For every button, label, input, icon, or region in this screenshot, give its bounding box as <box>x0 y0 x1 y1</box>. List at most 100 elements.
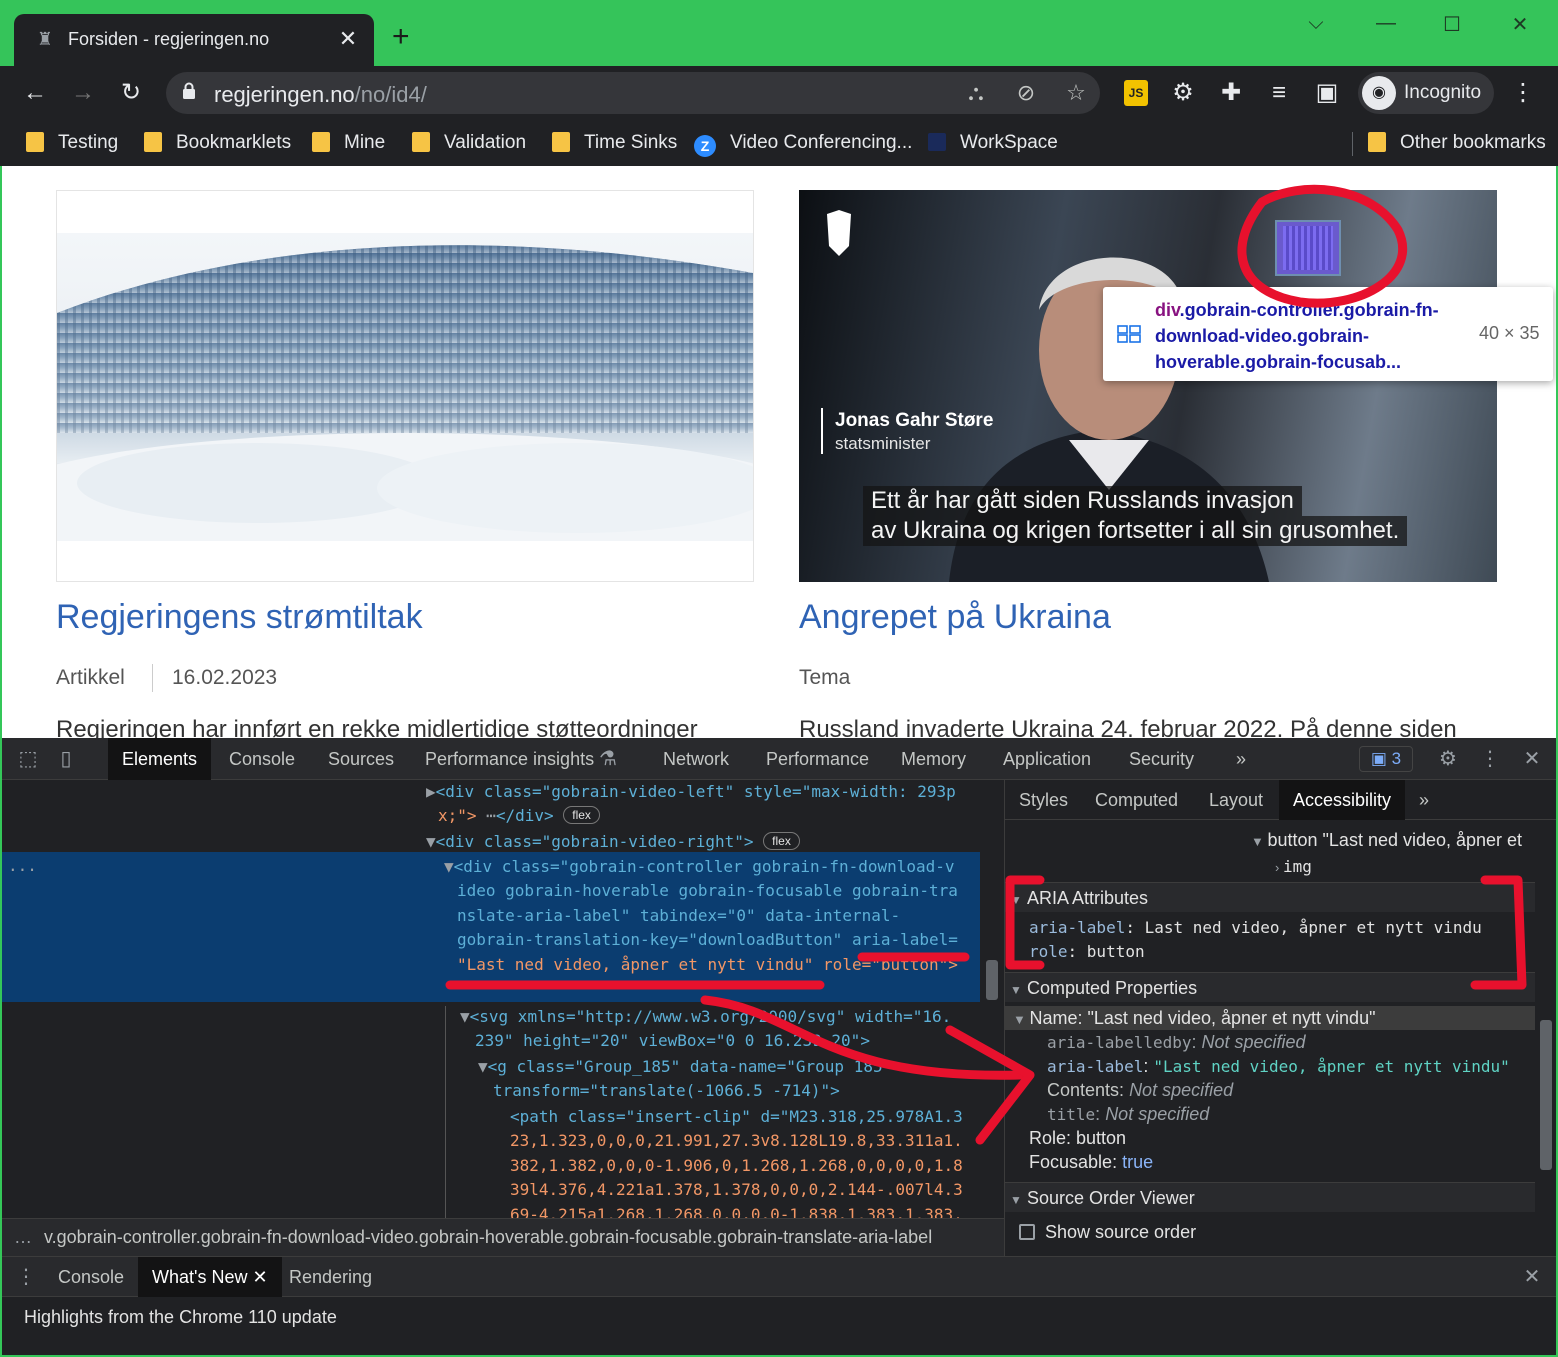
tab-sources[interactable]: Sources <box>328 738 394 780</box>
dom-line-controller-5[interactable]: "Last ned video, åpner et nytt vindu" ro… <box>457 953 958 978</box>
dom-line-path-3[interactable]: 382,1.382,0,0,0-1.906,0,1.268,1.268,0,0,… <box>510 1154 963 1179</box>
drawer-tab-close-icon[interactable]: ✕ <box>252 1267 267 1287</box>
dom-line-path-2[interactable]: 23,1.323,0,0,0,21.991,27.3v8.128L19.8,33… <box>510 1129 963 1154</box>
dom-line-svg[interactable]: ▼<svg xmlns="http://www.w3.org/2000/svg"… <box>460 1005 951 1030</box>
back-arrow-icon[interactable]: ← <box>20 78 50 108</box>
dom-line-g-2[interactable]: transform="translate(-1066.5 -714)"> <box>493 1079 840 1104</box>
side-panel-icon[interactable]: ▣ <box>1312 78 1342 108</box>
card2-headline[interactable]: Angrepet på Ukraina <box>799 598 1111 637</box>
bookmark-folder-mine[interactable]: Mine <box>312 128 385 158</box>
devtools-tabbar: ⬚ ▯ Elements Console Sources Performance… <box>2 738 1556 780</box>
window-close-button[interactable]: ✕ <box>1500 12 1540 37</box>
bookmark-workspace[interactable]: WorkSpace <box>928 128 1058 158</box>
devtools-close-icon[interactable]: ✕ <box>1520 747 1544 771</box>
tab-computed[interactable]: Computed <box>1095 780 1178 820</box>
dom-line-controller-4[interactable]: gobrain-translation-key="downloadButton"… <box>457 928 958 953</box>
card1-headline[interactable]: Regjeringens strømtiltak <box>56 598 423 637</box>
tab-styles[interactable]: Styles <box>1019 780 1068 820</box>
eye-off-icon[interactable]: ⊘ <box>1012 80 1040 106</box>
ax-tree-button[interactable]: ▼ button "Last ned video, åpner et <box>1251 830 1522 851</box>
focusable-row: Focusable: true <box>1029 1152 1154 1172</box>
flex-badge[interactable]: flex <box>563 806 600 824</box>
show-source-checkbox[interactable] <box>1019 1224 1035 1240</box>
more-side-tabs-icon[interactable]: » <box>1419 780 1429 820</box>
drawer-menu-icon[interactable]: ⋮ <box>14 1265 38 1289</box>
drawer-close-icon[interactable]: ✕ <box>1520 1265 1544 1289</box>
tab-layout[interactable]: Layout <box>1209 780 1263 820</box>
bookmark-folder-testing[interactable]: Testing <box>26 128 118 158</box>
other-bookmarks[interactable]: Other bookmarks <box>1368 128 1546 158</box>
show-source-order[interactable]: Show source order <box>1019 1222 1196 1243</box>
tab-security[interactable]: Security <box>1129 738 1194 780</box>
tab-search-icon[interactable]: ⌵ <box>1296 12 1336 35</box>
ukraina-video[interactable]: Jonas Gahr Støre statsminister Ett år ha… <box>799 190 1497 582</box>
flex-badge[interactable]: flex <box>763 832 800 850</box>
drawer-tab-rendering[interactable]: Rendering <box>289 1257 372 1297</box>
tab-performance[interactable]: Performance <box>766 738 869 780</box>
dom-line-controller-3[interactable]: nslate-aria-label" tabindex="0" data-int… <box>457 904 900 929</box>
aria-attributes-header[interactable]: ▼ ARIA Attributes <box>1005 882 1535 912</box>
star-bookmark-icon[interactable]: ☆ <box>1062 80 1090 106</box>
dom-line-svg-2[interactable]: 239" height="20" viewBox="0 0 16.239 20"… <box>475 1029 870 1054</box>
bookmark-folder-bookmarklets[interactable]: Bookmarklets <box>144 128 291 158</box>
new-tab-button[interactable]: + <box>392 22 410 52</box>
reload-icon[interactable]: ↻ <box>116 78 146 108</box>
elements-scrollbar[interactable] <box>982 780 1004 1218</box>
settings-gear-icon[interactable]: ⚙ <box>1436 747 1460 771</box>
tab-elements[interactable]: Elements <box>108 738 212 780</box>
dom-line-path-5[interactable]: 69-4.215a1.268,1.268,0,0,0,0-1.838,1.383… <box>510 1203 963 1218</box>
bookmark-folder-time-sinks[interactable]: Time Sinks <box>552 128 677 158</box>
elements-dom-tree[interactable]: ... ▶<div class="gobrain-video-left" sty… <box>2 780 982 1218</box>
drawer-tab-console[interactable]: Console <box>58 1257 124 1297</box>
address-bar[interactable]: regjeringen.no/no/id4/ ⛬ ⊘ ☆ <box>166 72 1100 114</box>
issues-badge[interactable]: ▣ 3 <box>1359 746 1413 772</box>
dom-line-video-right[interactable]: ▼<div class="gobrain-video-right"> flex <box>426 830 800 855</box>
scrollbar-thumb[interactable] <box>1540 1020 1552 1170</box>
dom-line-path[interactable]: <path class="insert-clip" d="M23.318,25.… <box>510 1105 963 1130</box>
tab-performance-insights[interactable]: Performance insights <box>425 738 594 780</box>
translate-icon[interactable]: ⛬ <box>962 80 990 106</box>
more-tabs-icon[interactable]: » <box>1236 738 1246 780</box>
scrollbar-thumb[interactable] <box>986 960 998 1000</box>
dom-line-video-left[interactable]: ▶<div class="gobrain-video-left" style="… <box>426 780 956 805</box>
download-video-button[interactable] <box>1275 220 1341 276</box>
dom-line-video-left-end[interactable]: x;"> ⋯</div> flex <box>438 804 600 829</box>
incognito-profile-button[interactable]: ◉ Incognito <box>1358 72 1494 114</box>
tab-application[interactable]: Application <box>1003 738 1091 780</box>
source-order-header[interactable]: ▼ Source Order Viewer <box>1005 1182 1535 1212</box>
computed-name-row[interactable]: ▼ Name: "Last ned video, åpner et nytt v… <box>1005 1006 1535 1030</box>
reading-list-icon[interactable]: ≡ <box>1264 78 1294 108</box>
dom-line-controller[interactable]: ▼<div class="gobrain-controller gobrain-… <box>444 855 955 880</box>
computed-properties-header[interactable]: ▼ Computed Properties <box>1005 972 1535 1002</box>
js-extension-icon[interactable]: JS <box>1124 80 1148 106</box>
bookmark-folder-validation[interactable]: Validation <box>412 128 526 158</box>
puzzle-extensions-icon[interactable]: ✚ <box>1216 78 1246 108</box>
tab-console[interactable]: Console <box>229 738 295 780</box>
sidepanel-scrollbar[interactable] <box>1535 820 1556 1256</box>
device-toolbar-icon[interactable]: ▯ <box>54 747 78 771</box>
breadcrumb-dots[interactable]: … <box>2 1227 44 1247</box>
breadcrumb-path[interactable]: v.gobrain-controller.gobrain-fn-download… <box>44 1227 932 1247</box>
inspect-element-icon[interactable]: ⬚ <box>16 747 40 771</box>
ax-tree-img[interactable]: › img <box>1275 856 1312 877</box>
strømtiltak-image[interactable] <box>56 190 754 582</box>
maximize-button[interactable]: ☐ <box>1432 12 1472 37</box>
forward-arrow-icon[interactable]: → <box>68 78 98 108</box>
tab-memory[interactable]: Memory <box>901 738 966 780</box>
dom-line-path-4[interactable]: 39l4.376,4.221a1.378,1.378,0,0,0,2.144-.… <box>510 1178 963 1203</box>
waterfall-photo <box>57 233 753 541</box>
node-dots[interactable]: ... <box>8 854 37 879</box>
gear-extension-icon[interactable]: ⚙ <box>1168 78 1198 108</box>
tab-accessibility[interactable]: Accessibility <box>1279 780 1406 820</box>
tab-network[interactable]: Network <box>663 738 729 780</box>
browser-tab[interactable]: ♜ Forsiden - regjeringen.no ✕ <box>14 14 374 66</box>
dom-breadcrumb[interactable]: … v.gobrain-controller.gobrain-fn-downloa… <box>2 1218 1004 1256</box>
bookmark-video-conferencing[interactable]: Z Video Conferencing... <box>694 128 912 158</box>
tab-close-icon[interactable]: ✕ <box>336 26 360 52</box>
devtools-menu-icon[interactable]: ⋮ <box>1478 747 1502 771</box>
drawer-tab-whats-new[interactable]: What's New ✕ <box>138 1257 282 1297</box>
dom-line-controller-2[interactable]: ideo gobrain-hoverable gobrain-focusable… <box>457 879 958 904</box>
minimize-button[interactable]: — <box>1366 12 1406 35</box>
dom-line-g[interactable]: ▼<g class="Group_185" data-name="Group 1… <box>478 1055 892 1080</box>
kebab-menu-icon[interactable]: ⋮ <box>1508 78 1538 108</box>
